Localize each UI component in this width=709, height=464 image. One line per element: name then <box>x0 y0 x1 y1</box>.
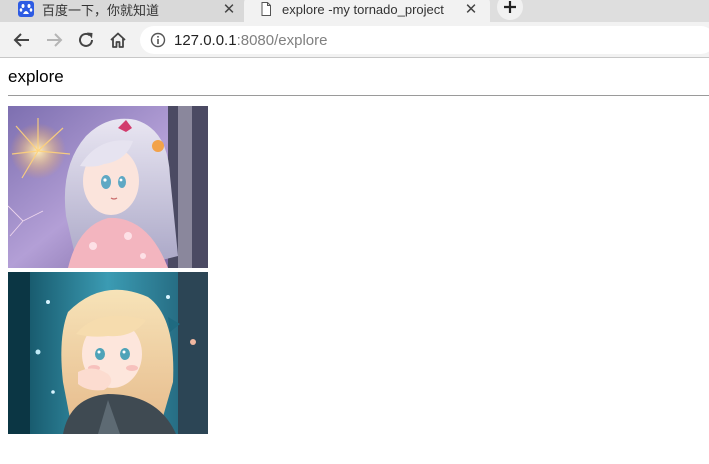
reload-icon <box>79 32 93 47</box>
forward-button[interactable] <box>43 29 65 51</box>
tab-strip: 百度一下，你就知道 ✕ explore -my tornado_project … <box>0 0 709 22</box>
page-content: explore <box>0 59 709 464</box>
browser-toolbar: 127.0.0.1:8080/explore <box>0 22 709 58</box>
url-host: 127.0.0.1 <box>174 31 237 49</box>
back-button[interactable] <box>11 29 33 51</box>
home-button[interactable] <box>107 29 129 51</box>
tab-explore[interactable]: explore -my tornado_project ✕ <box>244 0 490 22</box>
url-path: :8080/explore <box>236 31 328 49</box>
tab-title: explore -my tornado_project <box>282 1 444 17</box>
page-heading: explore <box>8 67 64 86</box>
address-url: 127.0.0.1:8080/explore <box>174 32 327 49</box>
home-icon <box>110 32 126 48</box>
tab-title: 百度一下，你就知道 <box>42 2 160 18</box>
site-info-icon[interactable] <box>150 32 166 48</box>
new-tab-button[interactable] <box>497 0 523 20</box>
anime-girl-blonde-image <box>8 272 208 434</box>
heading-divider <box>8 95 709 96</box>
back-arrow-icon <box>13 33 29 47</box>
baidu-paw-icon <box>18 1 34 17</box>
forward-arrow-icon <box>47 33 63 47</box>
anime-girl-fireworks-image <box>8 106 208 268</box>
tab-baidu[interactable]: 百度一下，你就知道 ✕ <box>0 0 248 22</box>
address-bar[interactable]: 127.0.0.1:8080/explore <box>140 26 709 54</box>
tab-close-icon[interactable]: ✕ <box>462 0 480 18</box>
reload-button[interactable] <box>75 29 97 51</box>
plus-icon <box>504 1 516 13</box>
tab-close-icon[interactable]: ✕ <box>220 0 238 18</box>
document-icon <box>258 1 274 17</box>
